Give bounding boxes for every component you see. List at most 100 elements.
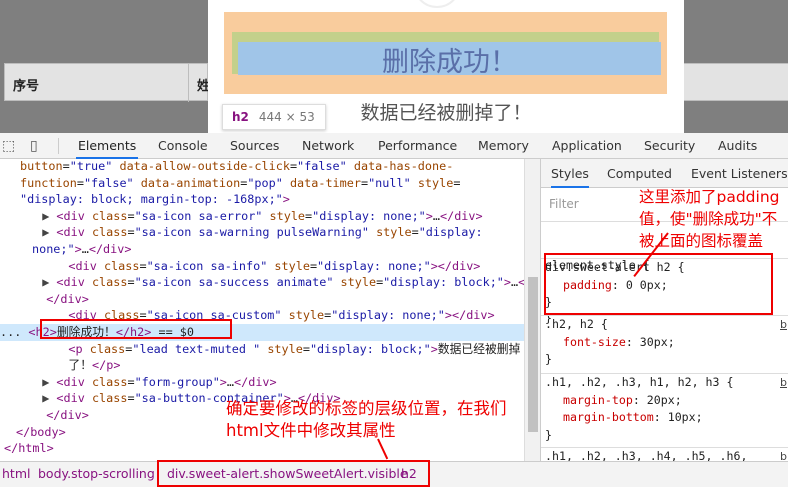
code-token: "display: block;" bbox=[309, 341, 431, 356]
code-token: class bbox=[103, 258, 140, 273]
margin-highlight: 删除成功！ bbox=[224, 12, 667, 94]
code-token: style bbox=[269, 208, 306, 223]
dom-node-line[interactable]: <p class="lead text-muted " style="displ… bbox=[0, 341, 524, 358]
inspect-icon[interactable]: ⬚ bbox=[2, 138, 15, 154]
scrollbar-thumb[interactable] bbox=[528, 277, 538, 432]
table-header-tail bbox=[684, 63, 788, 101]
code-token: <div bbox=[56, 275, 92, 290]
code-token: "sa-icon sa-error" bbox=[134, 208, 263, 223]
dom-node-line[interactable]: none;">…</div> bbox=[0, 241, 524, 258]
annotation-box-padding-rule bbox=[544, 253, 773, 315]
tab-memory[interactable]: Memory bbox=[476, 133, 531, 159]
css-source-link[interactable]: b bbox=[780, 448, 787, 461]
tab-elements[interactable]: Elements bbox=[76, 133, 139, 159]
tooltip-size: 444 × 53 bbox=[258, 110, 315, 124]
css-source-link[interactable]: b bbox=[780, 316, 787, 334]
dom-node-line[interactable]: 了！</p> bbox=[0, 357, 524, 374]
css-rule: .h2, h2 {font-size: 30px;} b bbox=[541, 315, 788, 369]
column-header-index: 序号 bbox=[13, 79, 40, 94]
dom-node-line[interactable]: function="false" data-animation="pop" da… bbox=[0, 175, 524, 192]
code-token: = bbox=[127, 208, 135, 223]
css-property-name[interactable]: font-size bbox=[563, 335, 626, 349]
dom-node-line[interactable]: ▶ <div class="sa-icon sa-error" style="d… bbox=[0, 208, 524, 225]
css-property-value[interactable]: : 10px; bbox=[654, 410, 703, 424]
dom-node-line[interactable]: </div> bbox=[0, 291, 524, 308]
code-token: style bbox=[267, 341, 303, 356]
dom-node-line[interactable]: button="true" data-allow-outside-click="… bbox=[0, 159, 524, 175]
dom-node-line[interactable]: ▶ <div class="form-group">…</div> bbox=[0, 374, 524, 391]
css-selector[interactable]: .h1, .h2, .h3, .h4, .h5, .h6, bbox=[541, 448, 788, 461]
breadcrumb-html[interactable]: html bbox=[2, 466, 30, 481]
css-property[interactable]: margin-top: 20px; bbox=[541, 392, 788, 410]
code-token: "true" bbox=[69, 159, 113, 173]
code-token: = bbox=[453, 175, 461, 190]
css-property-name[interactable]: margin-top bbox=[563, 393, 633, 407]
tab-console[interactable]: Console bbox=[156, 133, 210, 159]
code-token: > bbox=[74, 242, 82, 256]
code-token: "null" bbox=[368, 175, 411, 190]
css-source-link[interactable]: b bbox=[780, 374, 787, 392]
rule-close-brace: } bbox=[545, 352, 552, 366]
success-icon bbox=[413, 0, 461, 8]
css-property-value[interactable]: : 20px; bbox=[633, 393, 682, 407]
code-token: "display: block;" bbox=[383, 275, 504, 290]
code-token: > bbox=[503, 275, 512, 290]
css-rule: .h1, .h2, .h3, h1, h2, h3 {margin-top: 2… bbox=[541, 373, 788, 444]
css-property[interactable]: margin-bottom: 10px; bbox=[541, 409, 788, 427]
code-token: = bbox=[411, 225, 419, 240]
dom-node-line[interactable]: ▶ <div class="sa-icon sa-success animate… bbox=[0, 274, 524, 291]
code-token: "display: bbox=[418, 225, 483, 240]
code-token: "false" bbox=[83, 175, 134, 190]
code-token: class bbox=[91, 208, 128, 223]
code-token: ▶ bbox=[28, 391, 57, 406]
annotation-note-layer: 确定要修改的标签的层级位置，在我们html文件中修改其属性 bbox=[226, 399, 507, 440]
code-token: <div bbox=[56, 208, 92, 223]
code-token: = bbox=[127, 225, 135, 240]
code-token: "lead text-muted " bbox=[132, 341, 261, 356]
tab-audits[interactable]: Audits bbox=[716, 133, 759, 159]
code-token: class bbox=[91, 374, 128, 389]
code-token: class bbox=[91, 275, 128, 290]
tab-network[interactable]: Network bbox=[300, 133, 356, 159]
code-token: "form-group" bbox=[134, 374, 220, 389]
styles-filter-input[interactable]: Filter bbox=[549, 197, 579, 211]
code-token: data-has-done- bbox=[353, 159, 454, 173]
code-token: = bbox=[76, 175, 84, 190]
dom-node-line[interactable]: ▶ <div class="sa-icon sa-warning pulseWa… bbox=[0, 224, 524, 241]
code-token: style bbox=[288, 308, 325, 323]
css-property-value[interactable]: : 30px; bbox=[626, 335, 675, 349]
device-toggle-icon[interactable]: ▯ bbox=[30, 138, 38, 154]
code-token: = bbox=[309, 258, 318, 273]
code-token: style bbox=[340, 275, 377, 290]
tab-application[interactable]: Application bbox=[550, 133, 624, 159]
tab-security[interactable]: Security bbox=[642, 133, 697, 159]
code-token: > bbox=[430, 341, 438, 356]
elements-scrollbar[interactable] bbox=[524, 159, 540, 461]
tab-computed[interactable]: Computed bbox=[607, 159, 672, 188]
tab-sources[interactable]: Sources bbox=[228, 133, 281, 159]
css-property[interactable]: font-size: 30px; bbox=[541, 334, 788, 352]
tab-performance[interactable]: Performance bbox=[376, 133, 459, 159]
css-property-name[interactable]: margin-bottom bbox=[563, 410, 654, 424]
tab-event-listeners[interactable]: Event Listeners bbox=[691, 159, 788, 188]
code-token: </p> bbox=[92, 358, 121, 373]
table-header: 序号 姓 bbox=[4, 63, 210, 102]
code-token: ▶ bbox=[28, 225, 57, 240]
dom-node-line[interactable]: </html> bbox=[0, 440, 524, 457]
code-token: function bbox=[20, 175, 77, 190]
breadcrumb-body[interactable]: body.stop-scrolling bbox=[38, 466, 155, 481]
css-selector[interactable]: .h1, .h2, .h3, h1, h2, h3 { bbox=[541, 374, 788, 392]
code-token: </div> bbox=[32, 291, 89, 306]
code-token: </div> bbox=[440, 208, 483, 223]
tooltip-tag: h2 bbox=[232, 110, 249, 124]
code-token: <p bbox=[68, 341, 90, 356]
css-selector[interactable]: .h2, h2 { bbox=[541, 316, 788, 334]
dom-node-line[interactable]: <div class="sa-icon sa-info" style="disp… bbox=[0, 258, 524, 275]
dom-node-line[interactable]: "display: block; margin-top: -168px;"> bbox=[0, 191, 524, 208]
tab-styles[interactable]: Styles bbox=[551, 159, 589, 188]
annotation-box-breadcrumb bbox=[157, 460, 430, 487]
